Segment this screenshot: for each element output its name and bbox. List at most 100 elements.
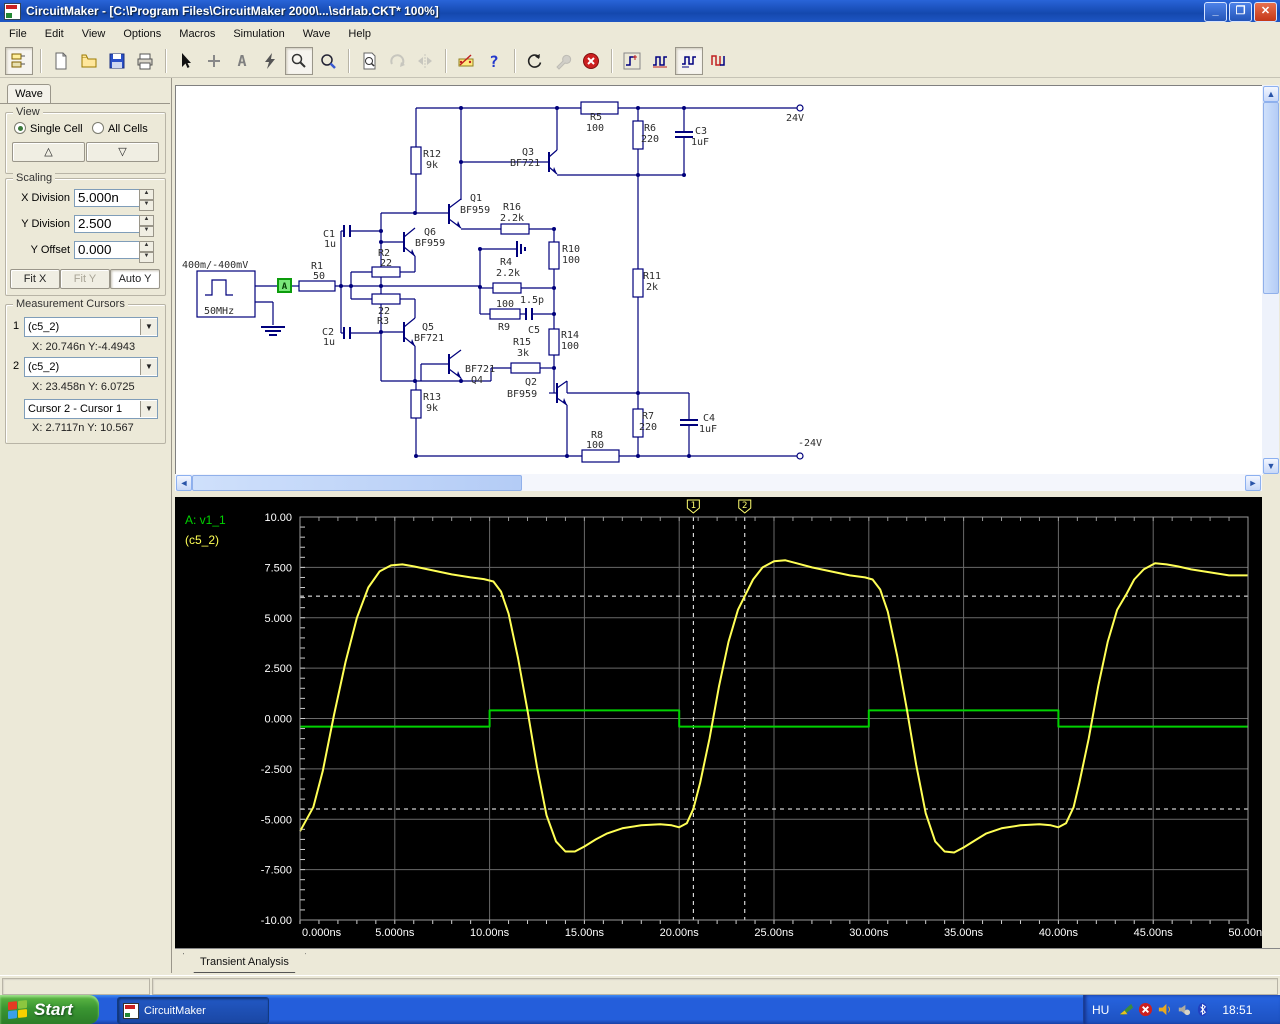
scroll-right-icon[interactable]: ► bbox=[1245, 475, 1261, 491]
help-button[interactable]: ? bbox=[481, 48, 507, 74]
menu-wave[interactable]: Wave bbox=[294, 25, 340, 43]
schematic-canvas[interactable]: A 400m/-400mV 50MHz R1 50 R2 22 22 R3 C1 1u C2 1u R12… bbox=[175, 85, 1263, 475]
schematic-vertical-scrollbar[interactable]: ▲ ▼ bbox=[1262, 85, 1279, 474]
radio-all-cells-icon[interactable] bbox=[92, 122, 104, 134]
start-button[interactable]: Start bbox=[0, 995, 99, 1024]
component-label: R14 bbox=[561, 330, 579, 341]
x-tick-label: 30.00ns bbox=[849, 927, 889, 939]
run-lightning-icon bbox=[265, 53, 275, 69]
minimize-button[interactable]: _ bbox=[1204, 2, 1227, 22]
scroll-up-icon[interactable]: ▲ bbox=[1263, 86, 1279, 102]
component-label: 1uF bbox=[699, 424, 717, 435]
text-tool-button[interactable]: A bbox=[229, 48, 255, 74]
scroll-down-icon[interactable]: ▼ bbox=[1263, 458, 1279, 474]
taskbar: Start CircuitMaker HU 18:51 bbox=[0, 995, 1280, 1024]
component-label: Q4 bbox=[471, 375, 483, 386]
volume-icon[interactable] bbox=[1157, 1002, 1172, 1017]
waveform-panel[interactable]: 1 2 10.00 7.500 5.000 2.500 0.000 -2.500 -5.000 -… bbox=[175, 497, 1268, 948]
chevron-down-icon[interactable]: ▼ bbox=[140, 401, 157, 417]
wire-plus-button[interactable] bbox=[201, 48, 227, 74]
zoom-probe-icon bbox=[291, 53, 306, 68]
radio-single-cell[interactable]: Single Cell bbox=[14, 122, 83, 135]
cursor2-select[interactable]: (c5_2) ▼ bbox=[24, 357, 158, 377]
restore-button[interactable]: ❐ bbox=[1229, 2, 1252, 22]
toolbar-separator bbox=[445, 49, 446, 73]
menu-edit[interactable]: Edit bbox=[36, 25, 73, 43]
component-label: 50 bbox=[313, 271, 325, 282]
select-arrow-icon bbox=[182, 53, 191, 68]
digital-wave-button[interactable] bbox=[647, 48, 673, 74]
browse-parts-button[interactable] bbox=[5, 47, 33, 75]
clock: 18:51 bbox=[1222, 1002, 1253, 1017]
mixed-wave-button[interactable] bbox=[705, 48, 731, 74]
y-offset-input[interactable] bbox=[74, 241, 140, 259]
cell-up-button[interactable]: △ bbox=[12, 142, 85, 162]
vertical-scroll-thumb[interactable] bbox=[1263, 102, 1279, 294]
status-cell-main bbox=[152, 978, 1278, 995]
tab-transient-analysis[interactable]: Transient Analysis bbox=[183, 953, 306, 973]
stop-button[interactable] bbox=[578, 48, 604, 74]
y-tick-label: 7.500 bbox=[264, 562, 292, 574]
radio-all-cells[interactable]: All Cells bbox=[92, 122, 148, 135]
schematic-horizontal-scrollbar[interactable]: ◄ ► bbox=[175, 474, 1262, 491]
component-label: R12 bbox=[423, 149, 441, 160]
component-label: 22 bbox=[380, 258, 392, 269]
svg-text:1: 1 bbox=[691, 501, 696, 511]
chevron-down-icon[interactable]: ▼ bbox=[140, 319, 157, 335]
x-division-label: X Division bbox=[21, 192, 70, 204]
radio-single-cell-icon[interactable] bbox=[14, 122, 26, 134]
component-label: Q5 bbox=[422, 322, 434, 333]
scroll-left-icon[interactable]: ◄ bbox=[176, 475, 192, 491]
edit-simulation-button[interactable] bbox=[453, 48, 479, 74]
y-division-spinner[interactable]: ▲ ▼ bbox=[139, 215, 154, 237]
taskbar-item-circuitmaker[interactable]: CircuitMaker bbox=[117, 997, 269, 1024]
probe-waveform-button[interactable] bbox=[619, 48, 645, 74]
menu-options[interactable]: Options bbox=[114, 25, 170, 43]
menu-simulation[interactable]: Simulation bbox=[224, 25, 293, 43]
component-label: BF721 bbox=[465, 364, 495, 375]
text-tool-icon: A bbox=[237, 52, 246, 70]
tab-wave[interactable]: Wave bbox=[7, 84, 51, 104]
run-lightning-button[interactable] bbox=[257, 48, 283, 74]
mirror-button[interactable] bbox=[412, 48, 438, 74]
reset-button[interactable] bbox=[522, 48, 548, 74]
y-tick-label: -2.500 bbox=[261, 764, 292, 776]
y-division-input[interactable] bbox=[74, 215, 140, 233]
cursor-diff-select[interactable]: Cursor 2 - Cursor 1 ▼ bbox=[24, 399, 158, 419]
magnifier-button[interactable] bbox=[315, 48, 341, 74]
save-button[interactable] bbox=[104, 48, 130, 74]
component-label: Q3 bbox=[522, 147, 534, 158]
open-button[interactable] bbox=[76, 48, 102, 74]
y-offset-spinner[interactable]: ▲ ▼ bbox=[139, 241, 154, 263]
rotate-button[interactable] bbox=[384, 48, 410, 74]
x-division-spinner[interactable]: ▲ ▼ bbox=[139, 189, 154, 211]
scaling-group: Scaling X Division ▲▼ Y Division ▲▼ Y Of… bbox=[5, 172, 166, 296]
graphics-tray-icon[interactable] bbox=[1119, 1002, 1134, 1017]
chevron-down-icon[interactable]: ▼ bbox=[140, 359, 157, 375]
menu-help[interactable]: Help bbox=[339, 25, 380, 43]
wrench-button[interactable] bbox=[550, 48, 576, 74]
zoom-probe-button[interactable] bbox=[285, 47, 313, 75]
cell-down-button[interactable]: ▽ bbox=[86, 142, 159, 162]
fit-y-button[interactable]: Fit Y bbox=[60, 269, 110, 289]
auto-y-button[interactable]: Auto Y bbox=[110, 269, 160, 289]
print-button[interactable] bbox=[132, 48, 158, 74]
print-icon bbox=[137, 53, 153, 70]
menu-macros[interactable]: Macros bbox=[170, 25, 224, 43]
select-arrow-button[interactable] bbox=[173, 48, 199, 74]
bluetooth-icon[interactable] bbox=[1195, 1002, 1210, 1017]
menu-view[interactable]: View bbox=[73, 25, 115, 43]
print-preview-button[interactable] bbox=[356, 48, 382, 74]
fit-x-button[interactable]: Fit X bbox=[10, 269, 60, 289]
muted-device-icon[interactable] bbox=[1176, 1002, 1191, 1017]
horizontal-scroll-thumb[interactable] bbox=[192, 475, 522, 491]
cursor1-select[interactable]: (c5_2) ▼ bbox=[24, 317, 158, 337]
mixed-wave-icon bbox=[711, 55, 725, 66]
new-button[interactable] bbox=[48, 48, 74, 74]
close-button[interactable]: ✕ bbox=[1254, 2, 1277, 22]
analog-wave-button[interactable] bbox=[675, 47, 703, 75]
menu-file[interactable]: File bbox=[0, 25, 36, 43]
security-alert-icon[interactable] bbox=[1138, 1002, 1153, 1017]
language-indicator[interactable]: HU bbox=[1092, 1003, 1109, 1017]
x-division-input[interactable] bbox=[74, 189, 140, 207]
